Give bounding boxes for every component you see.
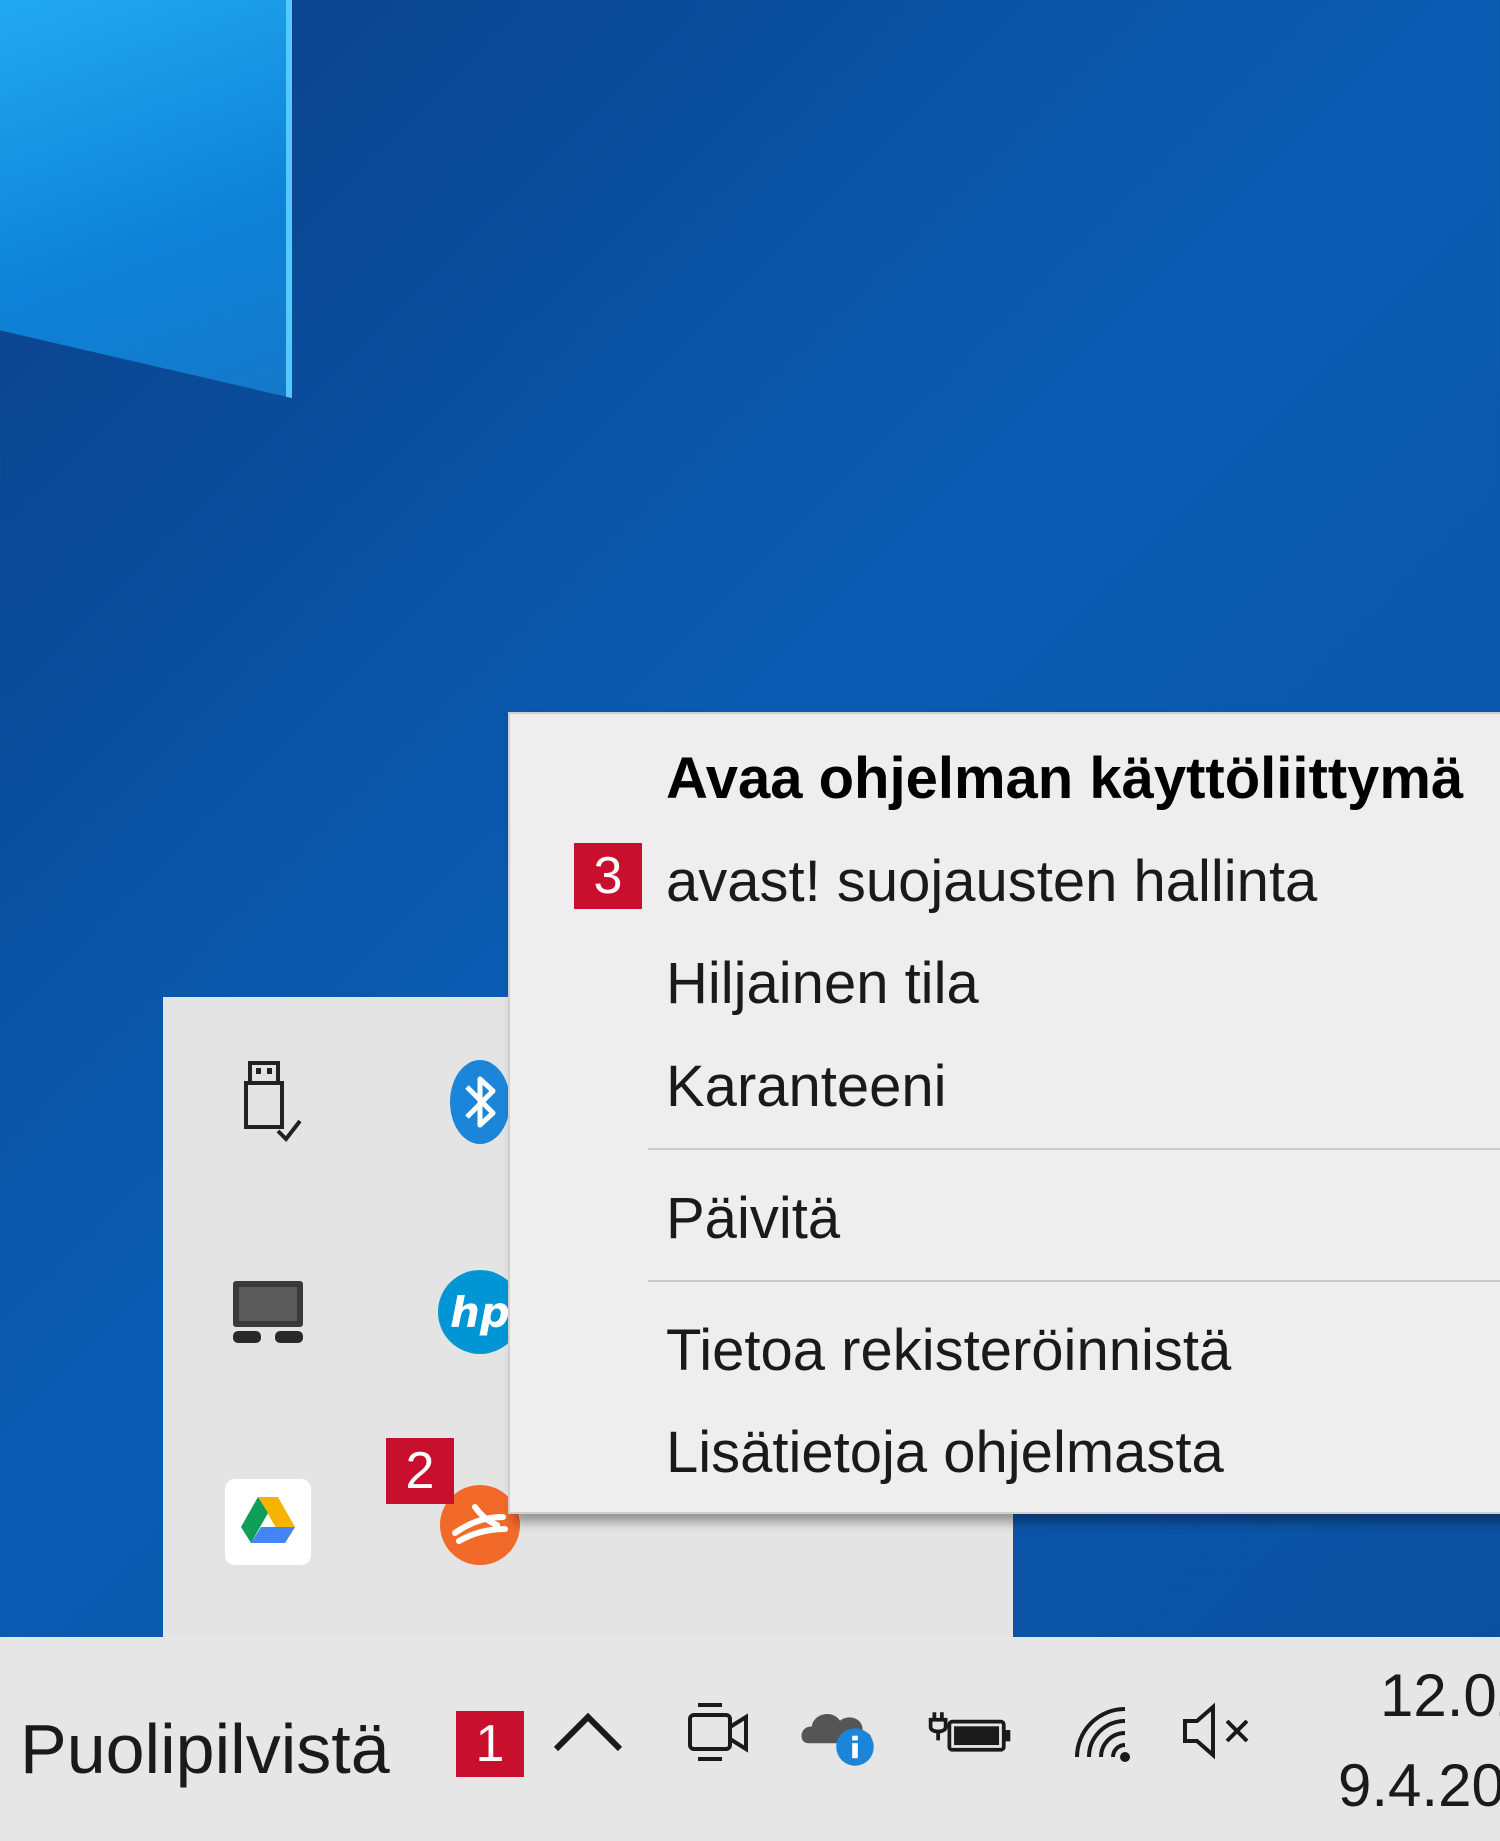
menu-item-open-ui[interactable]: Avaa ohjelman käyttöliittymä <box>666 750 1463 808</box>
menu-item-quarantine[interactable]: Karanteeni <box>666 1058 947 1116</box>
battery-charging-icon[interactable] <box>925 1681 1015 1781</box>
clock-date[interactable]: 9.4.2021 <box>1338 1751 1500 1820</box>
onedrive-info-icon[interactable] <box>795 1681 885 1781</box>
taskbar: Puolipilvistä 12.0 9.4.20 <box>0 1637 1500 1841</box>
menu-item-silent-mode[interactable]: Hiljainen tila <box>666 955 979 1013</box>
volume-muted-icon[interactable] <box>1175 1681 1265 1781</box>
avast-context-menu: Avaa ohjelman käyttöliittymä avast! suoj… <box>508 712 1500 1514</box>
desktop-background: hp 2 Avaa ohjelman käyttöliittymä avast!… <box>0 0 1500 1637</box>
display-icon[interactable] <box>223 1267 313 1357</box>
step-badge-1: 1 <box>456 1711 524 1777</box>
menu-separator <box>648 1280 1500 1282</box>
wifi-icon[interactable] <box>1058 1681 1148 1781</box>
menu-separator <box>648 1148 1500 1150</box>
clock-time[interactable]: 12.02 <box>1380 1661 1500 1730</box>
menu-item-about[interactable]: Lisätietoja ohjelmasta <box>666 1424 1224 1482</box>
show-hidden-icons-chevron-icon[interactable] <box>543 1681 633 1781</box>
step-badge-2: 2 <box>386 1438 454 1504</box>
google-drive-icon[interactable] <box>223 1477 313 1567</box>
meet-now-icon[interactable] <box>675 1681 765 1781</box>
menu-item-shield-control[interactable]: avast! suojausten hallinta <box>666 853 1317 911</box>
windows-logo-pane <box>0 0 292 398</box>
menu-item-registration-info[interactable]: Tietoa rekisteröinnistä <box>666 1322 1231 1380</box>
svg-text:hp: hp <box>450 1288 510 1337</box>
step-badge-3: 3 <box>574 843 642 909</box>
menu-item-update[interactable]: Päivitä <box>666 1190 840 1248</box>
usb-eject-icon[interactable] <box>223 1057 313 1147</box>
weather-widget[interactable]: Puolipilvistä <box>20 1709 390 1789</box>
